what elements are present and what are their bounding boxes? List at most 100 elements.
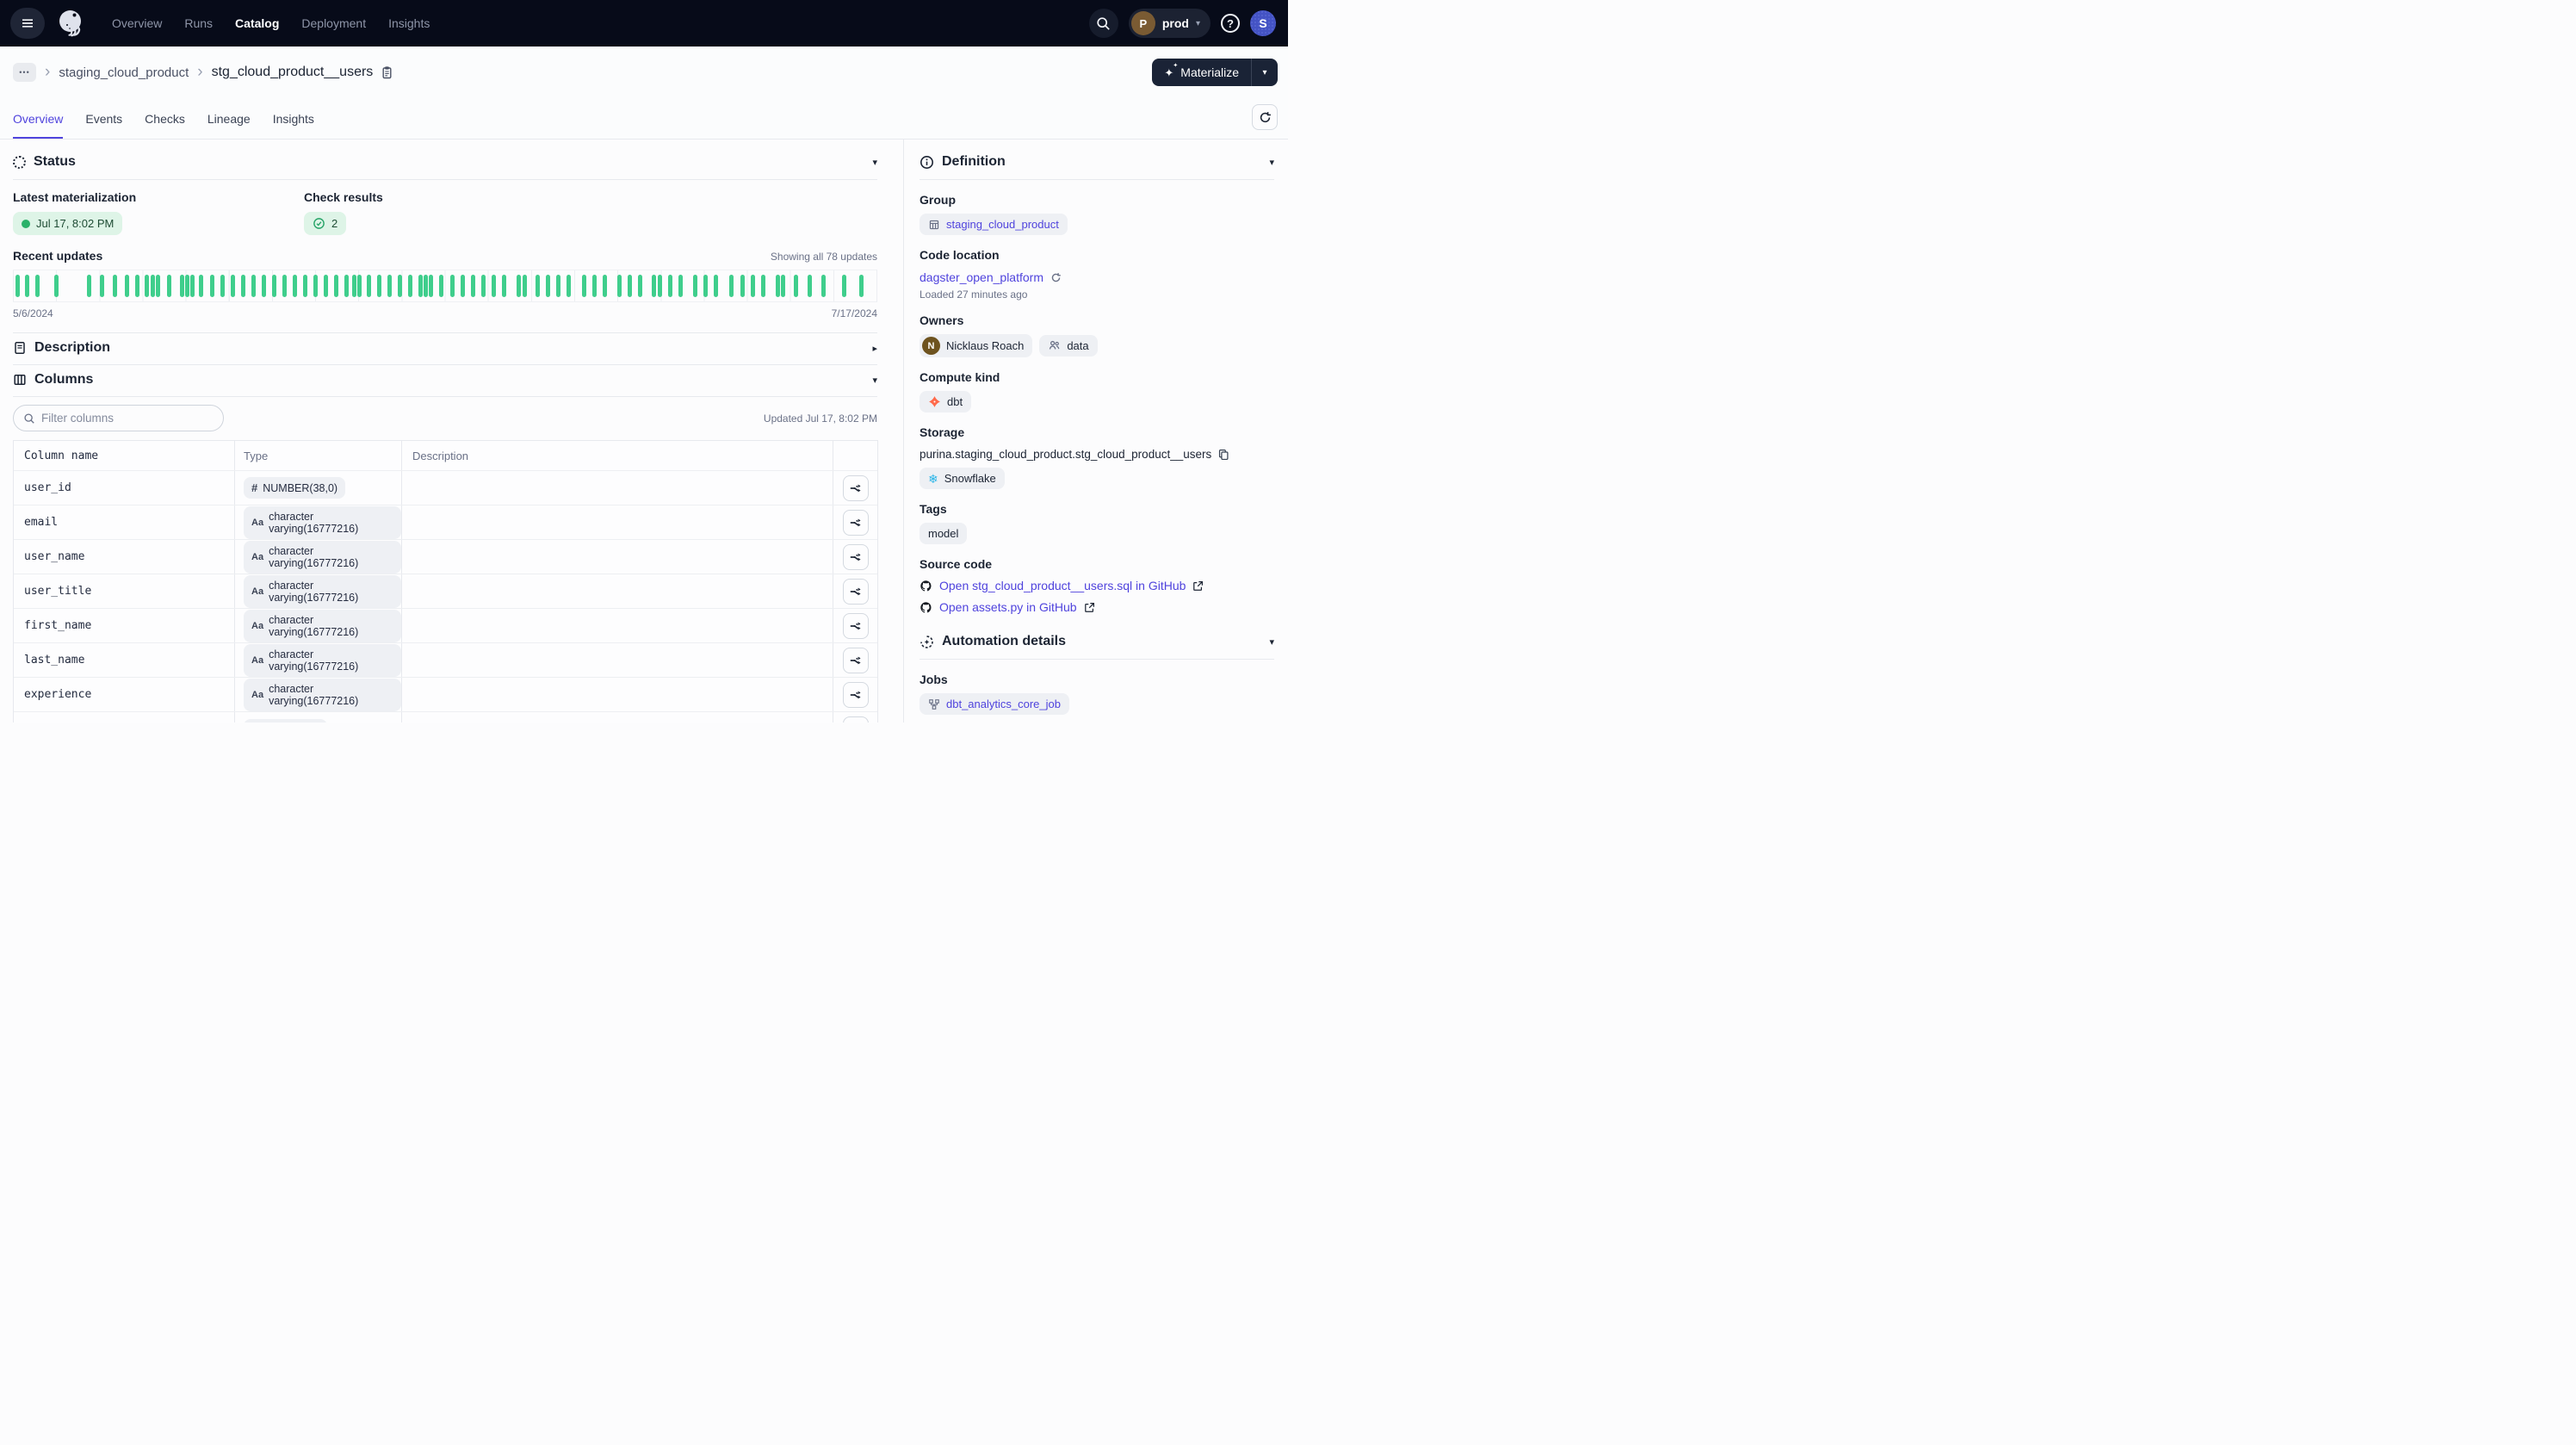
latest-materialization-pill[interactable]: Jul 17, 8:02 PM (13, 212, 122, 235)
caret-down-icon[interactable]: ▾ (872, 375, 877, 386)
column-lineage-button[interactable] (843, 544, 869, 570)
reload-icon[interactable] (1050, 272, 1062, 283)
copy-icon[interactable] (1217, 449, 1229, 461)
owner-user-pill[interactable]: N Nicklaus Roach (920, 334, 1032, 357)
materialize-dropdown-button[interactable]: ▾ (1252, 59, 1278, 86)
code-location-link[interactable]: dagster_open_platform (920, 270, 1043, 284)
update-tick (693, 275, 697, 297)
filter-columns-input[interactable] (41, 412, 214, 425)
description-section-header[interactable]: Description ▸ (13, 337, 877, 359)
column-lineage-button[interactable] (843, 648, 869, 673)
storage-label: Storage (920, 425, 1274, 439)
column-name-cell: email (14, 516, 234, 529)
caret-right-icon[interactable]: ▸ (872, 343, 877, 354)
column-lineage-button[interactable] (843, 510, 869, 536)
table-row: email Aacharacter varying(16777216) (14, 505, 877, 539)
check-results-pill[interactable]: 2 (304, 212, 346, 235)
update-tick (199, 275, 203, 297)
external-link-icon (1192, 580, 1204, 592)
update-tick (408, 275, 412, 297)
column-lineage-button[interactable] (843, 716, 869, 723)
tab-events[interactable]: Events (85, 112, 122, 139)
nav-item-insights[interactable]: Insights (388, 16, 430, 30)
update-tick (740, 275, 745, 297)
overview-main-column: Status ▾ Latest materialization Jul 17, … (0, 140, 904, 722)
update-tick (100, 275, 104, 297)
primary-nav: Overview Runs Catalog Deployment Insight… (112, 16, 430, 30)
dagster-logo[interactable] (53, 7, 88, 40)
column-lineage-button[interactable] (843, 475, 869, 501)
update-tick (15, 275, 20, 297)
refresh-button[interactable] (1252, 104, 1278, 130)
update-tick (180, 275, 184, 297)
definition-section-header[interactable]: Definition ▾ (920, 150, 1274, 174)
nav-item-deployment[interactable]: Deployment (301, 16, 366, 30)
materialize-button[interactable]: ✦✦ Materialize (1152, 59, 1251, 86)
status-section-header[interactable]: Status ▾ (13, 150, 877, 174)
user-avatar[interactable]: S (1250, 10, 1276, 36)
deployment-switcher[interactable]: P prod ▾ (1129, 9, 1211, 38)
jobs-label: Jobs (920, 673, 1274, 686)
columns-section-header[interactable]: Columns ▾ (13, 369, 877, 391)
nav-item-catalog[interactable]: Catalog (235, 16, 279, 30)
update-tick (185, 275, 189, 297)
compute-kind-pill[interactable]: dbt (920, 391, 971, 412)
update-tick (231, 275, 235, 297)
text-type-icon: Aa (251, 690, 263, 700)
recent-updates-timeline[interactable] (13, 270, 877, 302)
hamburger-menu-button[interactable] (10, 8, 45, 39)
update-tick (210, 275, 214, 297)
table-row: last_name Aacharacter varying(16777216) (14, 642, 877, 677)
caret-down-icon[interactable]: ▾ (1269, 636, 1274, 648)
automation-section-header[interactable]: Automation details ▾ (920, 629, 1274, 654)
owner-team-pill[interactable]: data (1039, 335, 1097, 357)
copy-asset-name-button[interactable] (381, 65, 393, 79)
update-tick (842, 275, 846, 297)
breadcrumb-ellipsis-button[interactable]: ••• (13, 63, 36, 82)
columns-table: Column name Type Description user_id #NU… (13, 440, 878, 722)
breadcrumb-group-link[interactable]: staging_cloud_product (59, 65, 189, 80)
caret-down-icon[interactable]: ▾ (1269, 157, 1274, 168)
group-pill[interactable]: staging_cloud_product (920, 214, 1068, 235)
update-tick (821, 275, 826, 297)
refresh-icon (1259, 111, 1272, 124)
actions-header (833, 441, 877, 470)
update-tick (190, 275, 195, 297)
filter-columns-field (13, 405, 224, 431)
tag-pill[interactable]: model (920, 523, 967, 544)
owner-avatar: N (922, 337, 940, 355)
tab-lineage[interactable]: Lineage (207, 112, 251, 139)
tab-overview[interactable]: Overview (13, 112, 63, 139)
source-code-link-sql[interactable]: Open stg_cloud_product__users.sql in Git… (939, 579, 1186, 592)
automation-icon (920, 635, 934, 649)
nav-item-runs[interactable]: Runs (184, 16, 213, 30)
update-tick (678, 275, 683, 297)
update-tick (638, 275, 642, 297)
update-tick (658, 275, 662, 297)
column-lineage-button[interactable] (843, 579, 869, 605)
column-lineage-button[interactable] (843, 613, 869, 639)
description-header: Description (401, 441, 833, 470)
update-tick (220, 275, 225, 297)
update-tick (303, 275, 307, 297)
column-lineage-button[interactable] (843, 682, 869, 708)
type-pill: Aacharacter varying(16777216) (244, 679, 401, 711)
description-cell (401, 712, 833, 722)
type-pill: Aacharacter varying(16777216) (244, 506, 401, 539)
caret-down-icon[interactable]: ▾ (872, 157, 877, 168)
job-pill[interactable]: dbt_analytics_core_job (920, 693, 1069, 715)
tab-checks[interactable]: Checks (145, 112, 185, 139)
update-tick (536, 275, 540, 297)
search-button[interactable] (1089, 9, 1118, 38)
source-code-link-assets[interactable]: Open assets.py in GitHub (939, 600, 1077, 614)
storage-platform-pill[interactable]: ❄ Snowflake (920, 468, 1005, 489)
help-button[interactable]: ? (1221, 14, 1240, 33)
nav-item-overview[interactable]: Overview (112, 16, 162, 30)
tab-insights[interactable]: Insights (273, 112, 314, 139)
update-tick (517, 275, 521, 297)
text-type-icon: Aa (251, 518, 263, 528)
hamburger-icon (21, 16, 34, 30)
column-name-cell: experience (14, 688, 234, 701)
description-cell (401, 678, 833, 711)
update-tick (54, 275, 59, 297)
